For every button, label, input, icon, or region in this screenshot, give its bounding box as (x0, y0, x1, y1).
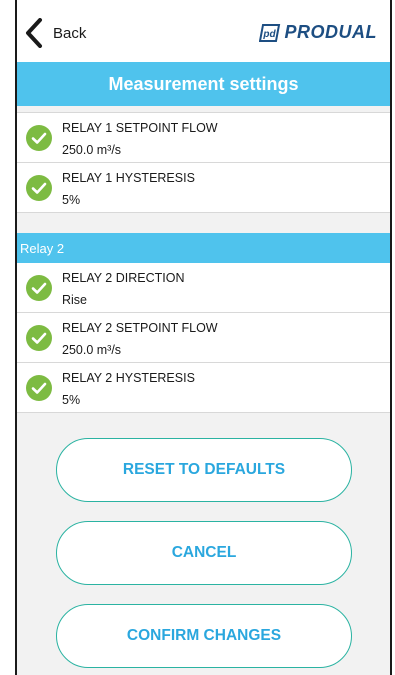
check-circle-icon (26, 175, 52, 201)
app-frame: Back pd PRODUAL Measurement settings REL… (15, 0, 392, 675)
confirm-button-label: CONFIRM CHANGES (126, 627, 282, 644)
section-header-label: Relay 2 (20, 240, 65, 256)
confirm-changes-button[interactable]: CONFIRM CHANGES (56, 604, 352, 668)
section-divider (17, 216, 390, 233)
pd-logo-icon: pd (258, 23, 280, 42)
setting-value: 5% (62, 193, 81, 207)
setting-row-relay1-setpoint-flow[interactable]: RELAY 1 SETPOINT FLOW 250.0 m³/s (17, 113, 390, 163)
relay1-settings-list: RELAY 1 SETPOINT FLOW 250.0 m³/s RELAY 1… (17, 112, 390, 213)
setting-row-relay2-setpoint-flow[interactable]: RELAY 2 SETPOINT FLOW 250.0 m³/s (17, 313, 390, 363)
section-header-relay2: Relay 2 (17, 233, 390, 263)
cancel-button-label: CANCEL (171, 544, 237, 561)
setting-label: RELAY 1 HYSTERESIS (62, 171, 195, 185)
cancel-button[interactable]: CANCEL (56, 521, 352, 585)
setting-row-relay1-hysteresis[interactable]: RELAY 1 HYSTERESIS 5% (17, 163, 390, 213)
check-circle-icon (26, 325, 52, 351)
chevron-left-icon (26, 18, 42, 48)
setting-row-relay2-direction[interactable]: RELAY 2 DIRECTION Rise (17, 263, 390, 313)
produal-logo: pd PRODUAL (258, 22, 378, 43)
back-button[interactable]: Back (25, 16, 86, 50)
setting-label: RELAY 1 SETPOINT FLOW (62, 121, 218, 135)
setting-row-relay2-hysteresis[interactable]: RELAY 2 HYSTERESIS 5% (17, 363, 390, 413)
check-circle-icon (26, 375, 52, 401)
reset-button-label: RESET TO DEFAULTS (122, 461, 286, 478)
check-circle-icon (26, 125, 52, 151)
setting-value: 5% (62, 393, 81, 407)
svg-text:pd: pd (262, 29, 276, 40)
top-bar: Back pd PRODUAL (17, 0, 390, 62)
reset-to-defaults-button[interactable]: RESET TO DEFAULTS (56, 438, 352, 502)
setting-label: RELAY 2 DIRECTION (62, 271, 185, 285)
setting-value: Rise (62, 293, 88, 307)
setting-value: 250.0 m³/s (62, 143, 122, 157)
setting-label: RELAY 2 SETPOINT FLOW (62, 321, 218, 335)
check-circle-icon (26, 275, 52, 301)
setting-value: 250.0 m³/s (62, 343, 122, 357)
page-title: Measurement settings (108, 73, 299, 94)
relay2-settings-list: RELAY 2 DIRECTION Rise RELAY 2 SETPOINT … (17, 263, 390, 413)
title-bar: Measurement settings (17, 62, 390, 106)
setting-label: RELAY 2 HYSTERESIS (62, 371, 195, 385)
logo-text: PRODUAL (284, 22, 377, 42)
back-label: Back (53, 24, 87, 42)
